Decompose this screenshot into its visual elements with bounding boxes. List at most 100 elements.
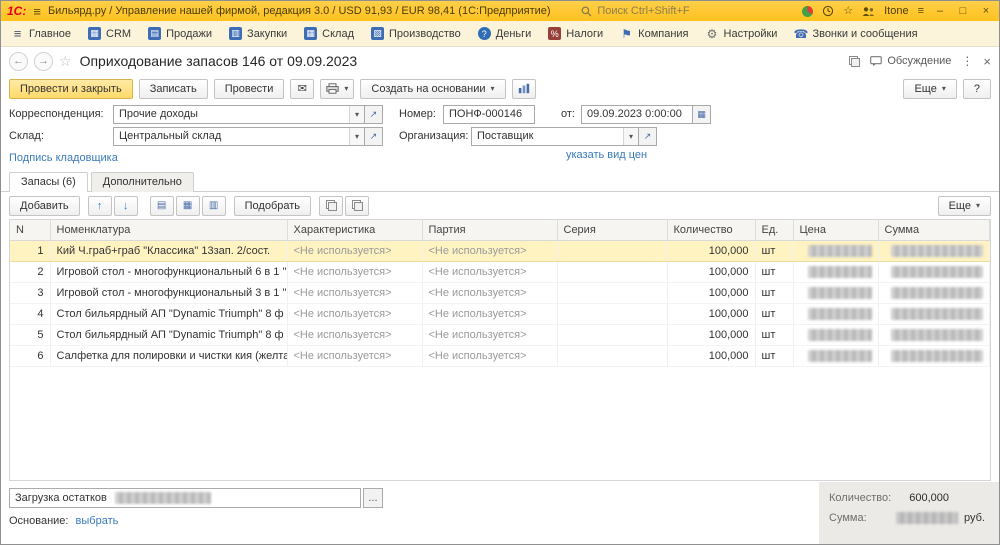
menu-item-calls[interactable]: ☎Звонки и сообщения bbox=[794, 27, 917, 40]
cell-quantity[interactable]: 100,000 bbox=[667, 261, 755, 282]
cell-sum[interactable] bbox=[878, 324, 990, 345]
maximize-button[interactable]: □ bbox=[956, 5, 970, 17]
calendar-icon[interactable]: ▦ bbox=[693, 105, 711, 124]
cell-price[interactable] bbox=[793, 324, 878, 345]
table-row[interactable]: 5 Стол бильярдный АП "Dynamic Triumph" 8… bbox=[10, 324, 990, 345]
warehouse-field[interactable]: Центральный склад ▾ bbox=[113, 127, 365, 146]
cell-price[interactable] bbox=[793, 261, 878, 282]
cell-batch[interactable]: <Не используется> bbox=[422, 303, 557, 324]
cell-unit[interactable]: шт bbox=[755, 261, 793, 282]
col-quantity[interactable]: Количество bbox=[667, 220, 755, 240]
col-unit[interactable]: Ед. bbox=[755, 220, 793, 240]
table-row[interactable]: 6 Салфетка для полировки и чистки кия (ж… bbox=[10, 345, 990, 366]
cell-item[interactable]: Игровой стол - многофункциональный 3 в 1… bbox=[50, 282, 287, 303]
cell-batch[interactable]: <Не используется> bbox=[422, 282, 557, 303]
cell-quantity[interactable]: 100,000 bbox=[667, 303, 755, 324]
cell-sum[interactable] bbox=[878, 282, 990, 303]
cell-unit[interactable]: шт bbox=[755, 240, 793, 261]
move-down-button[interactable]: ↓ bbox=[114, 196, 138, 216]
cell-batch[interactable]: <Не используется> bbox=[422, 345, 557, 366]
main-menu-icon[interactable]: ≡ bbox=[33, 5, 41, 18]
open-warehouse-button[interactable]: ↗ bbox=[365, 127, 383, 146]
cell-quantity[interactable]: 100,000 bbox=[667, 324, 755, 345]
cell-unit[interactable]: шт bbox=[755, 282, 793, 303]
col-series[interactable]: Серия bbox=[557, 220, 667, 240]
pick-items-button[interactable]: Подобрать bbox=[234, 196, 311, 216]
back-button[interactable]: ← bbox=[9, 52, 28, 71]
cell-series[interactable] bbox=[557, 240, 667, 261]
cell-sum[interactable] bbox=[878, 240, 990, 261]
cell-item[interactable]: Салфетка для полировки и чистки кия (жел… bbox=[50, 345, 287, 366]
menu-item-settings[interactable]: ⚙Настройки bbox=[706, 27, 778, 40]
col-sum[interactable]: Сумма bbox=[878, 220, 990, 240]
cell-characteristic[interactable]: <Не используется> bbox=[287, 240, 422, 261]
cell-sum[interactable] bbox=[878, 261, 990, 282]
menu-item-company[interactable]: ⚑Компания bbox=[620, 27, 688, 40]
chevron-down-icon[interactable]: ▾ bbox=[623, 128, 638, 145]
favorites-star-icon[interactable]: ☆ bbox=[843, 6, 853, 17]
cell-batch[interactable]: <Не используется> bbox=[422, 324, 557, 345]
copy-rows-button[interactable] bbox=[319, 196, 343, 216]
history-clock-icon[interactable] bbox=[822, 5, 834, 17]
cell-item[interactable]: Стол бильярдный АП "Dynamic Triumph" 8 ф… bbox=[50, 303, 287, 324]
tab-additional[interactable]: Дополнительно bbox=[91, 172, 194, 192]
more-button[interactable]: Еще▾ bbox=[903, 79, 956, 99]
print-button[interactable]: ▾ bbox=[320, 79, 354, 99]
chevron-down-icon[interactable]: ▾ bbox=[349, 106, 364, 123]
number-field[interactable]: ПОНФ-000146 bbox=[443, 105, 535, 124]
user-menu-icon[interactable]: ≡ bbox=[918, 6, 924, 17]
table-row[interactable]: 2 Игровой стол - многофункциональный 6 в… bbox=[10, 261, 990, 282]
cell-price[interactable] bbox=[793, 303, 878, 324]
date-field[interactable]: 09.09.2023 0:00:00 bbox=[581, 105, 693, 124]
add-row-button[interactable]: Добавить bbox=[9, 196, 80, 216]
fill-button-2[interactable]: ▦ bbox=[176, 196, 200, 216]
cell-quantity[interactable]: 100,000 bbox=[667, 282, 755, 303]
storekeeper-signature-link[interactable]: Подпись кладовщика bbox=[9, 152, 118, 164]
price-kind-link[interactable]: указать вид цен bbox=[566, 149, 647, 161]
table-row[interactable]: 3 Игровой стол - многофункциональный 3 в… bbox=[10, 282, 990, 303]
cell-batch[interactable]: <Не используется> bbox=[422, 261, 557, 282]
performance-indicator-icon[interactable] bbox=[802, 6, 813, 17]
current-user-label[interactable]: Itone bbox=[884, 5, 908, 17]
move-up-button[interactable]: ↑ bbox=[88, 196, 112, 216]
reports-button[interactable] bbox=[512, 79, 536, 99]
open-correspondence-button[interactable]: ↗ bbox=[365, 105, 383, 124]
more-actions-icon[interactable]: ⋮ bbox=[961, 54, 973, 68]
menu-item-taxes[interactable]: %Налоги bbox=[548, 27, 603, 40]
chevron-down-icon[interactable]: ▾ bbox=[349, 128, 364, 145]
minimize-button[interactable]: – bbox=[933, 5, 947, 17]
browse-button[interactable]: ... bbox=[363, 488, 383, 508]
menu-item-warehouse[interactable]: ▦Склад bbox=[304, 27, 354, 40]
cell-quantity[interactable]: 100,000 bbox=[667, 240, 755, 261]
tab-inventory[interactable]: Запасы (6) bbox=[9, 172, 88, 192]
cell-sum[interactable] bbox=[878, 345, 990, 366]
cell-batch[interactable]: <Не используется> bbox=[422, 240, 557, 261]
table-row[interactable]: 1 Кий Ч.граб+граб "Классика" 13зап. 2/со… bbox=[10, 240, 990, 261]
cell-characteristic[interactable]: <Не используется> bbox=[287, 261, 422, 282]
discussion-button[interactable]: Обсуждение bbox=[870, 55, 951, 67]
menu-item-sales[interactable]: ▤Продажи bbox=[148, 27, 212, 40]
cell-price[interactable] bbox=[793, 240, 878, 261]
cell-item[interactable]: Стол бильярдный АП "Dynamic Triumph" 8 ф… bbox=[50, 324, 287, 345]
cell-series[interactable] bbox=[557, 345, 667, 366]
cell-sum[interactable] bbox=[878, 303, 990, 324]
favorite-toggle-icon[interactable]: ☆ bbox=[59, 53, 72, 70]
post-and-close-button[interactable]: Провести и закрыть bbox=[9, 79, 133, 99]
col-price[interactable]: Цена bbox=[793, 220, 878, 240]
cell-price[interactable] bbox=[793, 345, 878, 366]
cell-characteristic[interactable]: <Не используется> bbox=[287, 303, 422, 324]
cell-price[interactable] bbox=[793, 282, 878, 303]
cell-series[interactable] bbox=[557, 324, 667, 345]
close-window-button[interactable]: × bbox=[979, 5, 993, 17]
cell-unit[interactable]: шт bbox=[755, 345, 793, 366]
fill-button-3[interactable]: ▥ bbox=[202, 196, 226, 216]
write-button[interactable]: Записать bbox=[139, 79, 208, 99]
fill-button-1[interactable]: ▤ bbox=[150, 196, 174, 216]
menu-item-production[interactable]: ▧Производство bbox=[371, 27, 461, 40]
col-nomenclature[interactable]: Номенклатура bbox=[50, 220, 287, 240]
copy-link-icon[interactable] bbox=[849, 56, 860, 67]
post-button[interactable]: Провести bbox=[214, 79, 285, 99]
user-sessions-icon[interactable] bbox=[862, 6, 875, 17]
cell-quantity[interactable]: 100,000 bbox=[667, 345, 755, 366]
menu-item-purchases[interactable]: ▥Закупки bbox=[229, 27, 287, 40]
